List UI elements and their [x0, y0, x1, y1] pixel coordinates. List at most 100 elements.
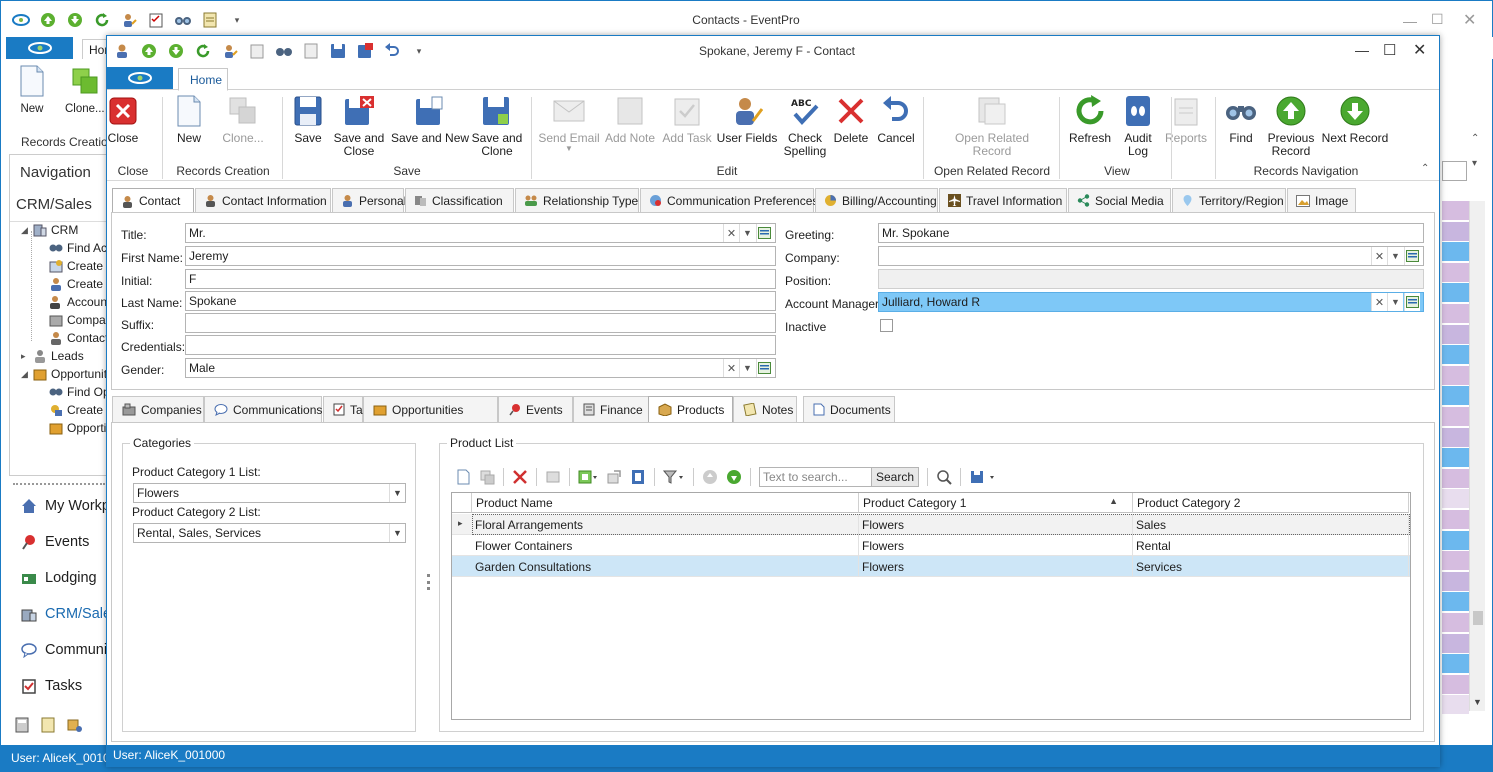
- grid-search-input[interactable]: Text to search...: [759, 467, 872, 487]
- splitter-handle[interactable]: [13, 483, 105, 485]
- maximize-button[interactable]: ☐: [1383, 41, 1396, 59]
- clone-button[interactable]: Clone...: [221, 95, 265, 145]
- calculator-icon[interactable]: [15, 717, 29, 733]
- nav-tree-item[interactable]: Accoun: [49, 295, 107, 309]
- nav-module-item[interactable]: Tasks: [21, 678, 82, 694]
- binoculars-icon[interactable]: [173, 10, 193, 30]
- undo-icon[interactable]: [382, 41, 402, 61]
- binoculars-icon[interactable]: [274, 41, 294, 61]
- outer-scroll-down-icon[interactable]: ▼: [1473, 697, 1482, 707]
- find-button[interactable]: Find: [1221, 95, 1261, 145]
- tab-territory-region[interactable]: Territory/Region: [1172, 188, 1286, 212]
- table-cell[interactable]: Rental: [1133, 535, 1409, 556]
- notepad-icon[interactable]: [41, 717, 55, 733]
- last-name-field[interactable]: Spokane: [185, 291, 776, 311]
- nav-tree-item[interactable]: Create: [49, 403, 103, 417]
- save-close-button[interactable]: Save and Close: [334, 95, 384, 158]
- table-cell[interactable]: Flower Containers: [472, 535, 859, 556]
- position-field[interactable]: [878, 269, 1424, 289]
- down-arrow-icon[interactable]: [166, 41, 186, 61]
- tab-relationship-type[interactable]: Relationship Type: [515, 188, 639, 212]
- save-icon[interactable]: [328, 41, 348, 61]
- nav-tree-item[interactable]: Find Op: [49, 385, 110, 399]
- tools-icon[interactable]: [67, 717, 83, 733]
- nav-tree-item[interactable]: ◢ Opportuniti: [21, 367, 110, 381]
- table-cell[interactable]: Floral Arrangements: [472, 514, 859, 535]
- new-row-icon[interactable]: [455, 469, 471, 485]
- table-cell[interactable]: Flowers: [859, 514, 1133, 535]
- nav-tree-item[interactable]: Create: [49, 277, 103, 291]
- tab-personal[interactable]: Personal: [332, 188, 406, 212]
- down-arrow-icon[interactable]: [65, 10, 85, 30]
- clear-icon[interactable]: ✕: [1371, 293, 1387, 311]
- chevron-down-icon[interactable]: ▼: [739, 359, 755, 377]
- lookup-icon[interactable]: [756, 359, 772, 377]
- outer-dropdown[interactable]: [1442, 161, 1467, 181]
- tab-image[interactable]: Image: [1287, 188, 1356, 212]
- minimize-button[interactable]: —: [1355, 42, 1369, 58]
- tab-companies[interactable]: Companies: [112, 396, 204, 422]
- column-header[interactable]: Product Category 1 ▲: [859, 493, 1133, 513]
- notepad-icon[interactable]: [200, 10, 220, 30]
- bulk-edit-icon[interactable]: [545, 469, 561, 485]
- greeting-field[interactable]: Mr. Spokane: [878, 223, 1424, 243]
- nav-module-item[interactable]: Lodging: [21, 570, 97, 586]
- previous-record-button[interactable]: Previous Record: [1267, 95, 1315, 158]
- title-field[interactable]: Mr. ✕ ▼: [185, 223, 776, 243]
- nav-tree-item[interactable]: Create: [49, 259, 103, 273]
- gender-field[interactable]: Male ✕ ▼: [185, 358, 776, 378]
- tab-events[interactable]: Events: [498, 396, 573, 422]
- tab-tasks[interactable]: Tasks: [323, 396, 381, 422]
- clear-icon[interactable]: ✕: [723, 224, 739, 242]
- initial-field[interactable]: F: [185, 269, 776, 289]
- contact-icon[interactable]: [112, 41, 132, 61]
- delete-button[interactable]: Delete: [833, 95, 869, 145]
- up-arrow-icon[interactable]: [38, 10, 58, 30]
- tab-social-media[interactable]: Social Media: [1068, 188, 1171, 212]
- lookup-icon[interactable]: [1404, 247, 1420, 265]
- inactive-checkbox[interactable]: [880, 319, 893, 332]
- tab-travel-information[interactable]: Travel Information: [939, 188, 1067, 212]
- tab-documents[interactable]: Documents: [803, 396, 895, 422]
- nav-tree-item[interactable]: Find Ac: [49, 241, 107, 255]
- nav-module-item[interactable]: Communi: [21, 642, 107, 658]
- outer-ribbon-collapse-icon[interactable]: ⌃: [1471, 133, 1479, 144]
- outer-file-tab[interactable]: [6, 37, 73, 59]
- ribbon-collapse-icon[interactable]: ⌃: [1421, 163, 1429, 174]
- add-note-button[interactable]: Add Note: [605, 95, 655, 145]
- tab-opportunities[interactable]: Opportunities: [363, 396, 498, 422]
- save-close-icon[interactable]: [355, 41, 375, 61]
- tab-notes[interactable]: Notes: [733, 396, 797, 422]
- collapse-icon[interactable]: ◢: [21, 225, 29, 236]
- up-arrow-icon[interactable]: [139, 41, 159, 61]
- nav-tree-item[interactable]: Opporti: [49, 421, 106, 435]
- table-cell[interactable]: Sales: [1133, 514, 1409, 535]
- credentials-field[interactable]: [185, 335, 776, 355]
- tab-finance[interactable]: Finance: [573, 396, 650, 422]
- save-clone-button[interactable]: Save and Clone: [472, 95, 522, 158]
- tab-home[interactable]: Home: [178, 68, 228, 91]
- splitter-handle[interactable]: [427, 574, 430, 590]
- table-cell[interactable]: Garden Consultations: [472, 556, 859, 577]
- down-circle-icon[interactable]: [726, 469, 742, 485]
- table-row[interactable]: Garden Consultations Flowers Services: [452, 556, 1410, 577]
- table-row[interactable]: Flower Containers Flowers Rental: [452, 535, 1410, 556]
- clear-icon[interactable]: ✕: [723, 359, 739, 377]
- customize-toolbar-icon[interactable]: ▾: [409, 41, 429, 61]
- close-window-button[interactable]: ✕: [1413, 40, 1426, 60]
- task-icon[interactable]: [247, 41, 267, 61]
- expand-icon[interactable]: ▸: [21, 351, 29, 362]
- category2-select[interactable]: Rental, Sales, Services ▼: [133, 523, 406, 543]
- audit-log-button[interactable]: Audit Log: [1121, 95, 1155, 158]
- find-panel-icon[interactable]: [936, 469, 952, 485]
- category1-select[interactable]: Flowers ▼: [133, 483, 406, 503]
- company-field[interactable]: ✕ ▼: [878, 246, 1424, 266]
- lookup-icon[interactable]: [1404, 293, 1420, 311]
- checklist-icon[interactable]: [146, 10, 166, 30]
- outer-scroll-thumb[interactable]: [1473, 611, 1483, 625]
- nav-module-item[interactable]: CRM/Sales: [21, 606, 118, 622]
- chevron-down-icon[interactable]: ▼: [1387, 293, 1403, 311]
- nav-tree-item[interactable]: ▸ Leads: [21, 349, 84, 363]
- open-related-button[interactable]: Open Related Record: [955, 95, 1029, 158]
- filter-icon[interactable]: [663, 469, 685, 485]
